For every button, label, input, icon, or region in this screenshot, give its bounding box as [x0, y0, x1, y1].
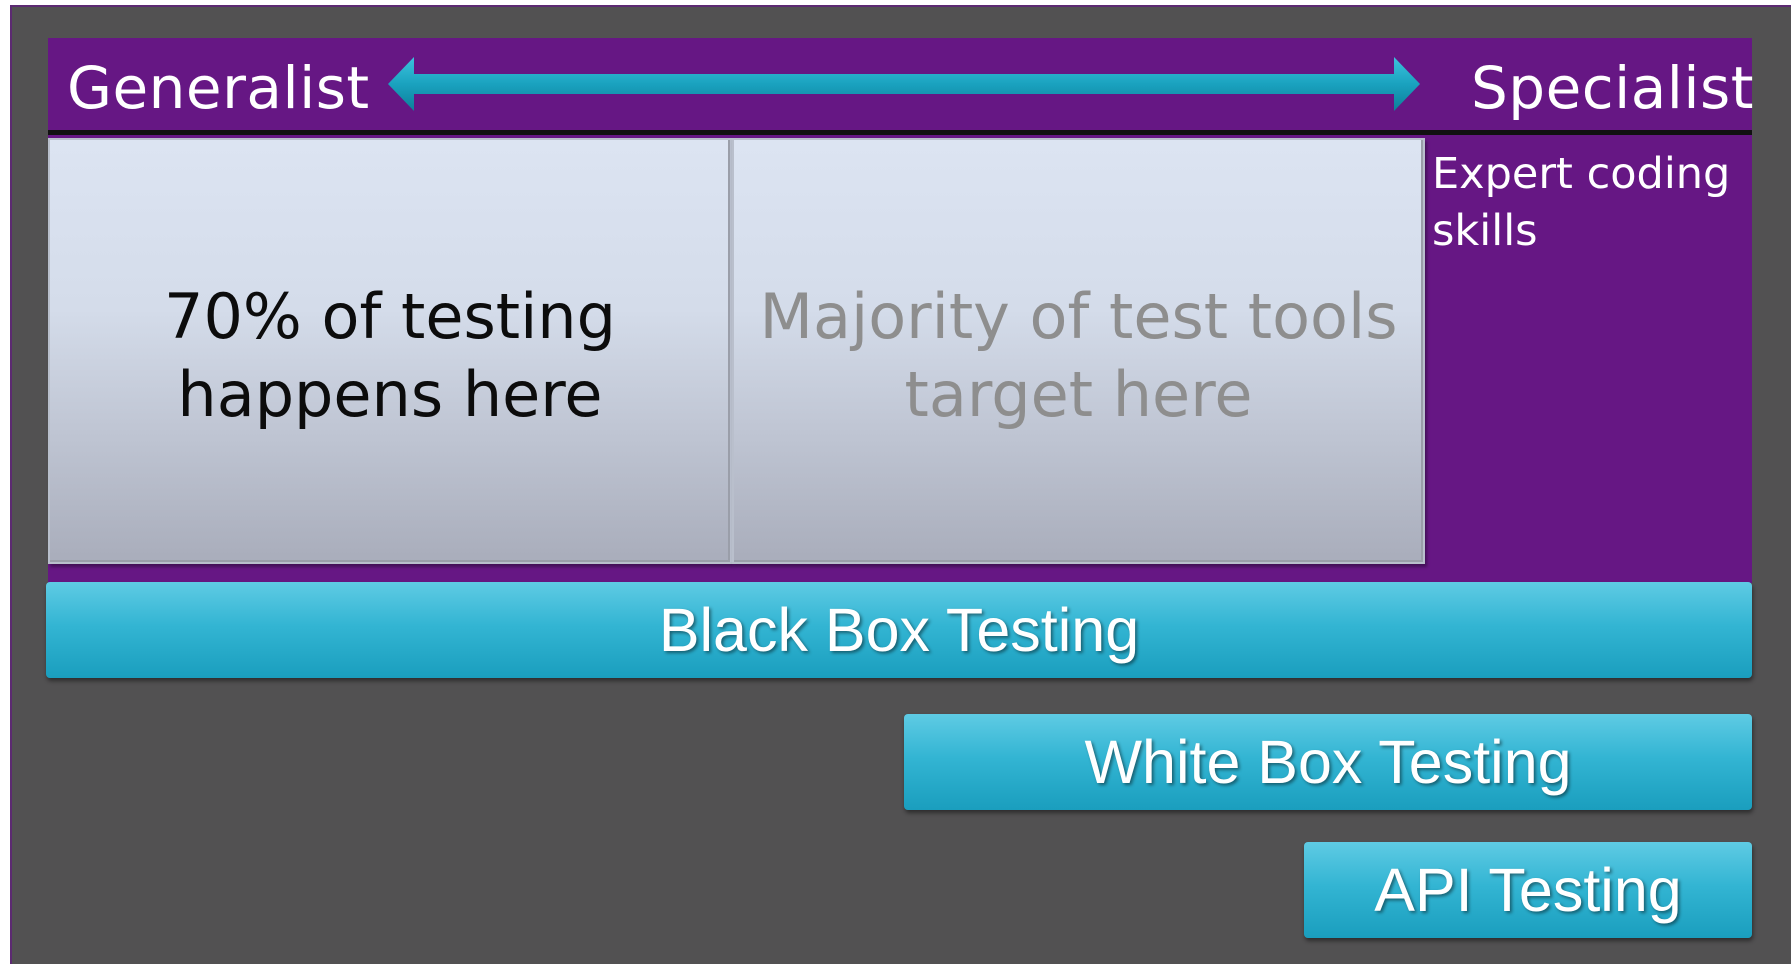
specialist-label: Specialist: [1470, 54, 1754, 122]
header-divider: [48, 130, 1752, 135]
black-box-testing-bar: Black Box Testing: [46, 582, 1752, 678]
expert-coding-note: Expert coding skills: [1432, 149, 1731, 256]
generalist-testing-box: 70% of testing happens here: [48, 138, 732, 564]
test-tools-box: Majority of test tools target here: [732, 138, 1425, 564]
double-headed-arrow-icon: [388, 57, 1420, 111]
api-testing-bar: API Testing: [1304, 842, 1752, 938]
white-box-testing-bar: White Box Testing: [904, 714, 1752, 810]
generalist-label: Generalist: [67, 54, 370, 122]
box-text: 70% of testing happens here: [164, 280, 616, 431]
box-text: Majority of test tools target here: [759, 280, 1398, 431]
